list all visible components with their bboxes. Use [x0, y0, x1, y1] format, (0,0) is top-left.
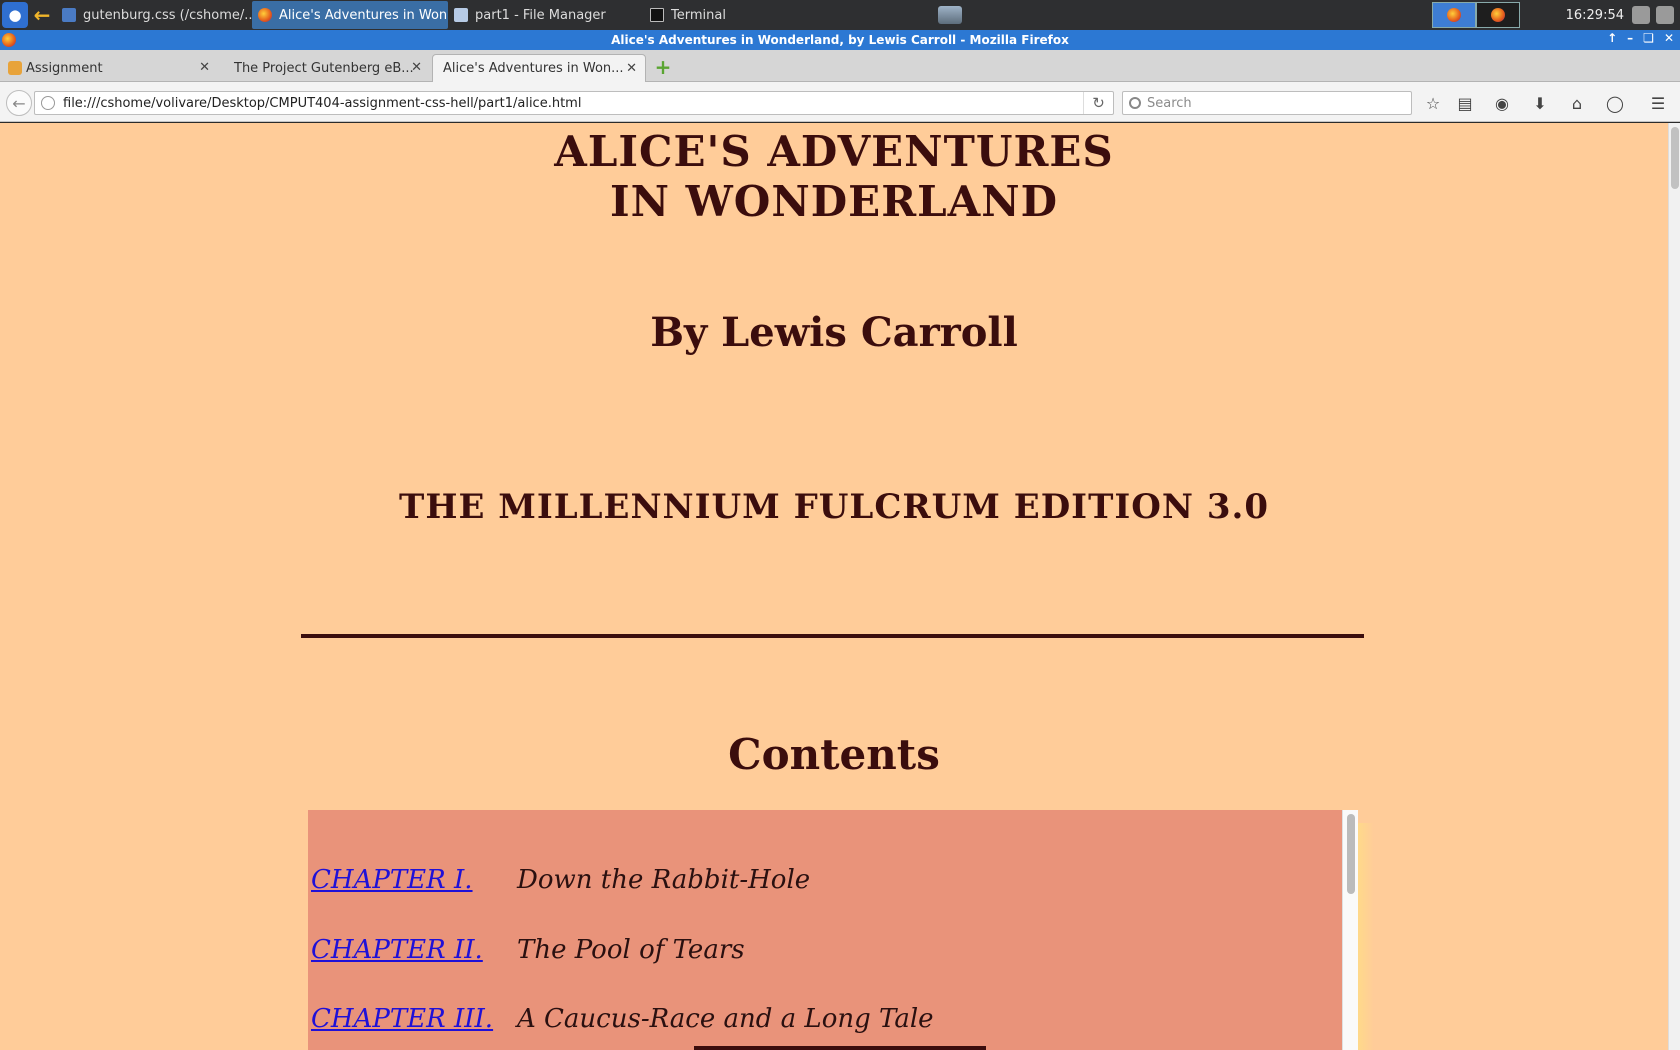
bookmark-star-icon[interactable]: ☆	[1422, 92, 1444, 114]
tab-close-icon[interactable]: ✕	[411, 60, 422, 75]
pocket-icon[interactable]: ◉	[1491, 92, 1513, 114]
tab-label: Assignment	[26, 60, 103, 76]
window-up-icon[interactable]: ↑	[1607, 31, 1617, 45]
contents-heading: Contents	[728, 730, 940, 779]
taskbar-item-label: part1 - File Manager	[475, 7, 606, 23]
book-title-line-1: ALICE'S ADVENTURES	[554, 127, 1114, 176]
taskbar-item-label: gutenburg.css (/cshome/...	[83, 7, 252, 23]
tab-alice[interactable]: Alice's Adventures in Won... ✕	[432, 54, 646, 82]
workspace-2-button[interactable]	[1475, 2, 1520, 28]
search-box[interactable]	[1122, 91, 1412, 115]
decorative-bar	[694, 1046, 986, 1050]
clock[interactable]: 16:29:54	[1566, 8, 1624, 23]
close-icon[interactable]: ✕	[1664, 31, 1674, 45]
taskbar-tray: 16:29:54	[1431, 0, 1680, 30]
back-arrow-launcher-icon[interactable]: ←	[28, 2, 56, 28]
maximize-icon[interactable]: ❏	[1643, 31, 1654, 45]
search-input[interactable]	[1147, 95, 1397, 111]
toc-scrollbar-thumb[interactable]	[1347, 814, 1355, 894]
site-info-icon[interactable]	[41, 96, 55, 110]
firefox-icon	[1446, 8, 1461, 22]
page-scrollbar-thumb[interactable]	[1671, 127, 1679, 189]
browser-tab-strip: Assignment ✕ The Project Gutenberg eB...…	[0, 50, 1680, 82]
toc-shadow	[1358, 823, 1374, 1050]
firefox-icon	[1490, 8, 1505, 22]
window-controls: ↑ – ❏ ✕	[1607, 31, 1674, 45]
taskbar-item-terminal[interactable]: Terminal	[644, 1, 840, 29]
book-title-line-2: IN WONDERLAND	[609, 177, 1059, 226]
chapter-link[interactable]: CHAPTER I.	[311, 865, 517, 895]
author-byline: By Lewis Carroll	[650, 309, 1018, 356]
toc-item: CHAPTER II. The Pool of Tears	[311, 930, 745, 970]
mouse-logo-icon: ●	[8, 6, 22, 24]
chapter-link[interactable]: CHAPTER III.	[311, 1004, 517, 1034]
chat-bubble-icon[interactable]: ◯	[1604, 92, 1626, 114]
tab-close-icon[interactable]: ✕	[199, 60, 210, 75]
url-text[interactable]: file:///cshome/volivare/Desktop/CMPUT404…	[63, 96, 1083, 111]
bookmarks-list-icon[interactable]: ▤	[1454, 92, 1476, 114]
app-menu-button[interactable]: ●	[2, 2, 28, 28]
navigation-toolbar: ← file:///cshome/volivare/Desktop/CMPUT4…	[0, 82, 1680, 122]
toc-item: CHAPTER III. A Caucus-Race and a Long Ta…	[311, 999, 934, 1039]
screenshot-icon[interactable]	[1656, 6, 1674, 24]
network-icon[interactable]	[938, 6, 962, 24]
minimize-icon[interactable]: –	[1627, 31, 1633, 45]
workspace-1-button[interactable]	[1431, 2, 1476, 28]
search-icon	[1129, 97, 1141, 109]
taskbar-item-firefox[interactable]: Alice's Adventures in Won...	[252, 1, 448, 29]
folder-icon	[454, 8, 468, 22]
tab-favicon-icon	[8, 61, 22, 75]
toc-scrollbar[interactable]	[1342, 810, 1358, 1050]
taskbar-item-editor[interactable]: gutenburg.css (/cshome/...	[56, 1, 252, 29]
book-title: ALICE'S ADVENTURES IN WONDERLAND	[0, 127, 1668, 227]
url-bar[interactable]: file:///cshome/volivare/Desktop/CMPUT404…	[34, 91, 1114, 115]
taskbar-item-label: Alice's Adventures in Won...	[279, 7, 448, 23]
terminal-icon	[650, 8, 664, 22]
hamburger-menu-icon[interactable]: ☰	[1647, 92, 1669, 114]
toc-item: CHAPTER I. Down the Rabbit-Hole	[311, 860, 810, 900]
window-titlebar: Alice's Adventures in Wonderland, by Lew…	[0, 30, 1680, 50]
window-title: Alice's Adventures in Wonderland, by Lew…	[611, 33, 1069, 47]
tab-label: The Project Gutenberg eB...	[234, 60, 414, 76]
tab-label: Alice's Adventures in Won...	[443, 61, 624, 76]
tab-close-icon[interactable]: ✕	[626, 61, 637, 76]
text-editor-icon	[62, 8, 76, 22]
tab-assignment[interactable]: Assignment ✕	[4, 54, 218, 82]
chapter-name: Down the Rabbit-Hole	[517, 865, 811, 895]
taskbar-item-file-manager[interactable]: part1 - File Manager	[448, 1, 644, 29]
page-content: ALICE'S ADVENTURES IN WONDERLAND By Lewi…	[0, 123, 1668, 1050]
downloads-icon[interactable]: ⬇	[1529, 92, 1551, 114]
new-tab-plus-icon[interactable]: +	[654, 57, 672, 77]
volume-icon[interactable]	[1632, 6, 1650, 24]
page-scrollbar[interactable]	[1668, 123, 1680, 1050]
back-arrow-icon: ←	[12, 93, 26, 113]
firefox-icon	[258, 8, 272, 22]
chapter-link[interactable]: CHAPTER II.	[311, 935, 517, 965]
home-icon[interactable]: ⌂	[1566, 92, 1588, 114]
reload-icon[interactable]: ↻	[1083, 92, 1113, 114]
back-button[interactable]: ←	[6, 90, 32, 116]
edition-heading: THE MILLENNIUM FULCRUM EDITION 3.0	[399, 487, 1269, 527]
horizontal-rule	[301, 634, 1364, 638]
firefox-icon[interactable]	[2, 33, 16, 47]
taskbar-item-label: Terminal	[671, 7, 726, 23]
chapter-name: A Caucus-Race and a Long Tale	[517, 1004, 934, 1034]
tab-project-gutenberg[interactable]: The Project Gutenberg eB... ✕	[212, 54, 430, 82]
table-of-contents[interactable]: CHAPTER I. Down the Rabbit-Hole CHAPTER …	[308, 810, 1342, 1050]
chapter-name: The Pool of Tears	[517, 935, 745, 965]
desktop-taskbar: ● ← gutenburg.css (/cshome/... Alice's A…	[0, 0, 1680, 30]
